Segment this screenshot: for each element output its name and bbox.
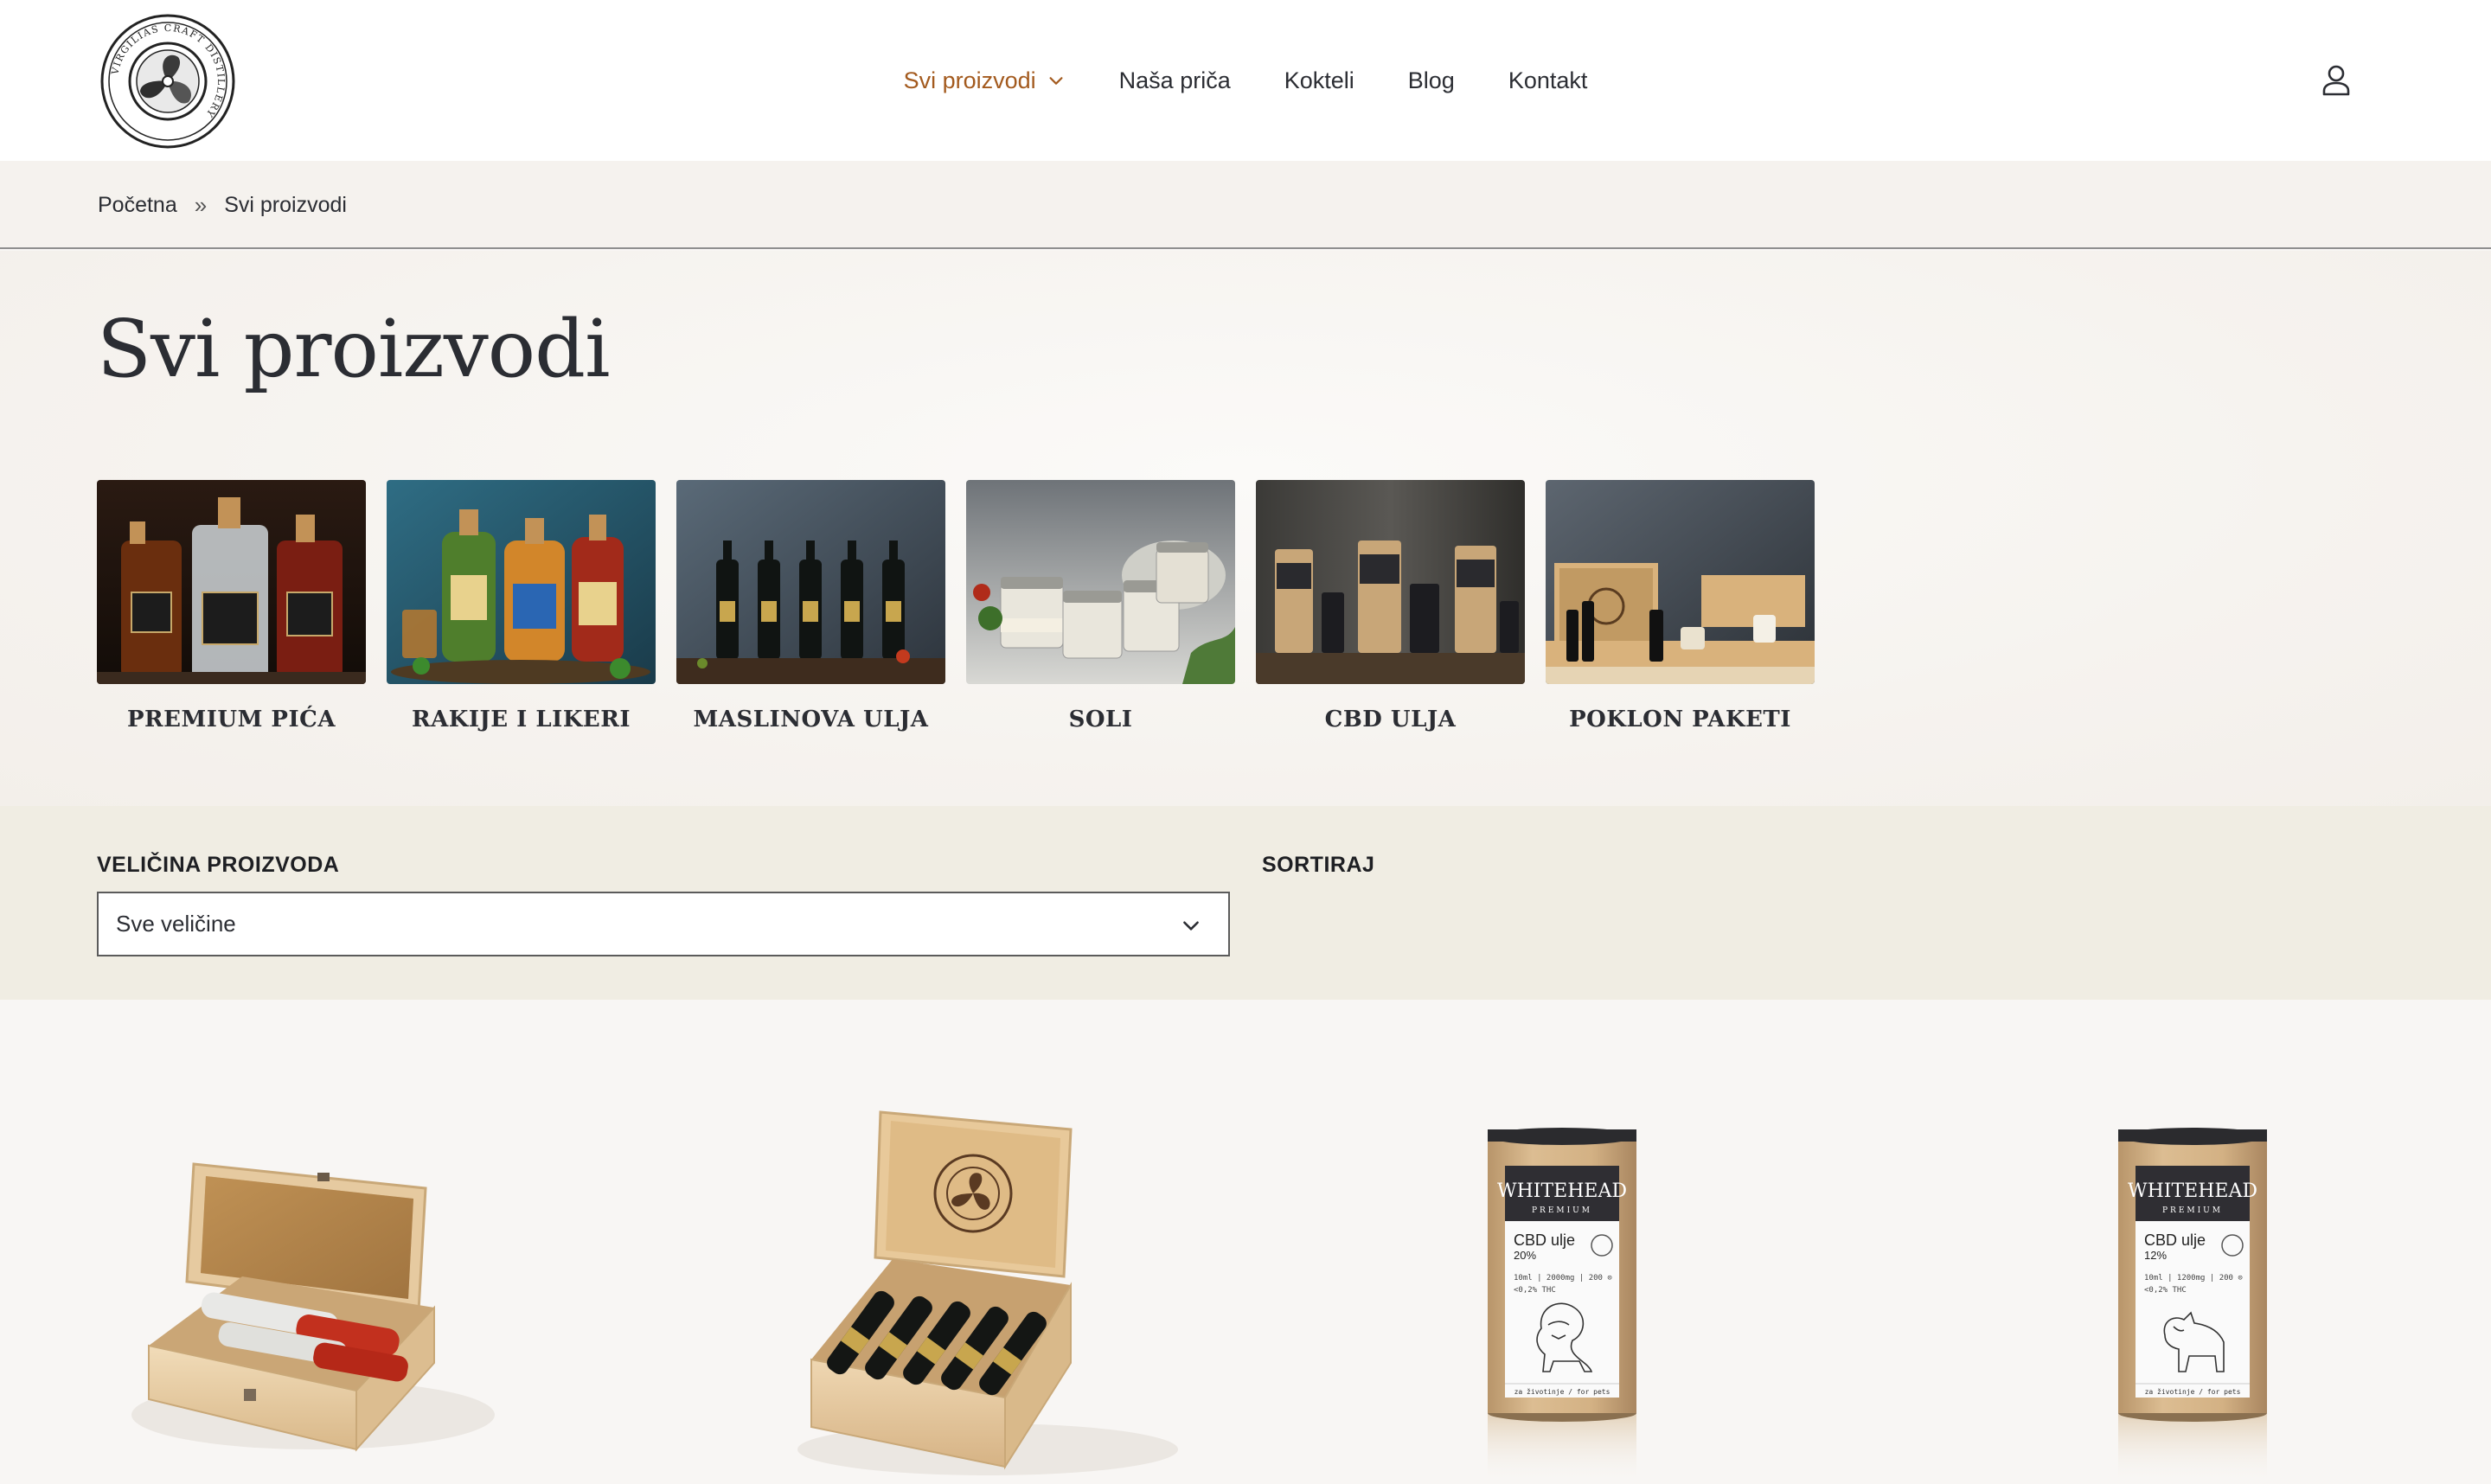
product-spec2: <0,2% THC [2144, 1286, 2187, 1295]
category-label: CBD ULJA [1324, 707, 1457, 732]
chevron-down-icon [1049, 77, 1063, 85]
product-grid: WHITEHEAD PREMIUM CBD ulje 20% 10ml | 20… [0, 1000, 2491, 1484]
salts-photo [966, 480, 1235, 684]
category-salts[interactable]: SOLI [966, 480, 1235, 732]
breadcrumb: Početna » Svi proizvodi [98, 192, 347, 219]
wooden-gift-box-liqueurs [131, 1162, 495, 1452]
category-list: PREMIUM PIĆA RAKIJE I LIKERI MASLINOVA U… [97, 480, 1815, 732]
product-brand: WHITEHEAD [1497, 1180, 1627, 1202]
category-gift-packages[interactable]: POKLON PAKETI [1546, 480, 1815, 732]
breadcrumb-home-link[interactable]: Početna [98, 193, 177, 218]
cbd-oil-tube-12: WHITEHEAD PREMIUM CBD ulje 12% 10ml | 12… [2118, 1128, 2267, 1484]
gift-packages-photo [1546, 480, 1815, 684]
hero-section: Svi proizvodi PREMIUM PIĆA RAKIJE I LIKE… [0, 251, 2491, 806]
breadcrumb-current: Svi proizvodi [224, 193, 347, 217]
category-label: MASLINOVA ULJA [693, 707, 929, 732]
category-label: SOLI [1068, 707, 1133, 732]
breadcrumb-bar: Početna » Svi proizvodi [0, 161, 2491, 249]
user-icon[interactable] [2321, 64, 2351, 97]
premium-drinks-photo [97, 480, 366, 684]
size-filter-value: Sve veličine [116, 911, 236, 937]
brandies-liqueurs-photo [387, 480, 656, 684]
filter-bar: VELIČINA PROIZVODA Sve veličine SORTIRAJ [0, 806, 2491, 1000]
product-name: CBD ulje [2144, 1231, 2206, 1249]
cbd-oil-tube-20: WHITEHEAD PREMIUM CBD ulje 20% 10ml | 20… [1488, 1128, 1636, 1484]
product-spec1: 10ml | 1200mg | 200 ⊙ [2144, 1274, 2243, 1283]
nav-item-blog[interactable]: Blog [1408, 67, 1455, 94]
size-filter-label: VELIČINA PROIZVODA [97, 853, 340, 877]
product-spec1: 10ml | 2000mg | 200 ⊙ [1514, 1274, 1612, 1283]
category-cbd-oils[interactable]: CBD ULJA [1256, 480, 1525, 732]
olive-oils-photo [676, 480, 945, 684]
wooden-gift-box-olive-oils [797, 1110, 1178, 1475]
product-footer: za životinje / for pets [1514, 1388, 1611, 1396]
nav-item-our-story[interactable]: Naša priča [1119, 67, 1231, 94]
product-strength: 20% [1514, 1249, 1536, 1262]
nav-item-all-products[interactable]: Svi proizvodi [904, 67, 1066, 94]
chevron-down-icon [1183, 921, 1199, 931]
nav-item-cocktails[interactable]: Kokteli [1284, 67, 1354, 94]
main-nav: Svi proizvodi Naša priča Kokteli Blog Ko… [0, 0, 2491, 161]
product-spec2: <0,2% THC [1514, 1286, 1556, 1295]
site-header: VIRGILIAS CRAFT DISTILLERY Svi proizvodi… [0, 0, 2491, 161]
category-premium-drinks[interactable]: PREMIUM PIĆA [97, 480, 366, 732]
category-olive-oils[interactable]: MASLINOVA ULJA [676, 480, 945, 732]
product-footer: za životinje / for pets [2145, 1388, 2241, 1396]
nav-item-contact[interactable]: Kontakt [1508, 67, 1588, 94]
product-strength: 12% [2144, 1249, 2167, 1262]
size-filter-select[interactable]: Sve veličine [97, 892, 1230, 956]
page-title: Svi proizvodi [97, 303, 611, 395]
product-sub: PREMIUM [2162, 1206, 2223, 1215]
category-brandies-liqueurs[interactable]: RAKIJE I LIKERI [387, 480, 656, 732]
category-label: PREMIUM PIĆA [126, 707, 336, 732]
product-name: CBD ulje [1514, 1231, 1575, 1249]
product-card[interactable] [97, 1000, 633, 1484]
cbd-oils-photo [1256, 480, 1525, 684]
sort-label[interactable]: SORTIRAJ [1262, 853, 1374, 878]
product-card[interactable]: WHITEHEAD PREMIUM CBD ulje 12% 10ml | 12… [1988, 1000, 2491, 1484]
category-label: RAKIJE I LIKERI [411, 707, 631, 732]
breadcrumb-separator: » [194, 192, 208, 218]
product-card[interactable]: WHITEHEAD PREMIUM CBD ulje 20% 10ml | 20… [1358, 1000, 1894, 1484]
category-label: POKLON PAKETI [1569, 707, 1791, 732]
product-sub: PREMIUM [1532, 1206, 1592, 1215]
nav-item-label: Svi proizvodi [903, 67, 1036, 93]
product-card[interactable] [728, 1000, 1265, 1484]
product-brand: WHITEHEAD [2128, 1180, 2257, 1202]
